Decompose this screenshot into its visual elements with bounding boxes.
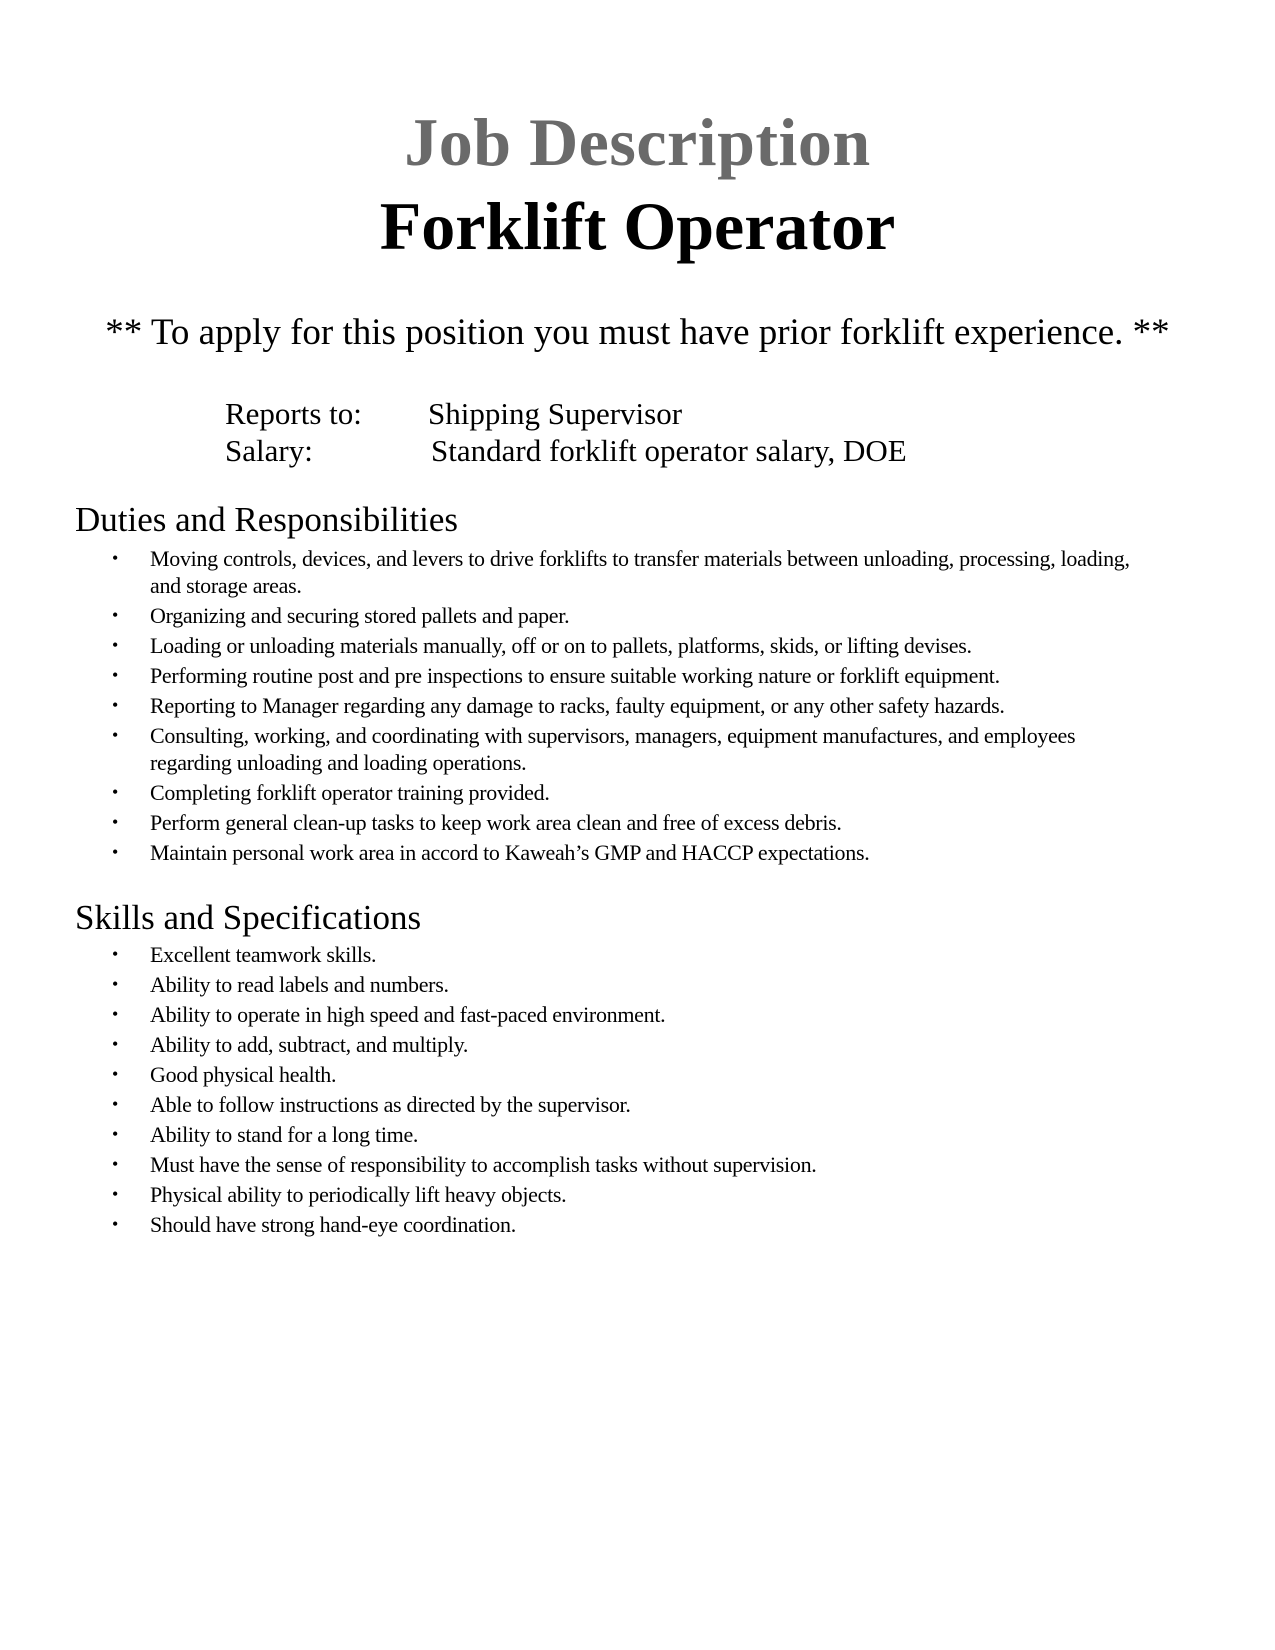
list-item: • Ability to stand for a long time. (0, 1121, 1150, 1148)
duties-heading: Duties and Responsibilities (75, 500, 459, 539)
bullet-icon: • (112, 812, 119, 832)
bullet-icon: • (112, 725, 119, 745)
salary-value: Standard forklift operator salary, DOE (431, 433, 907, 468)
list-item-text: Consulting, working, and coordinating wi… (150, 723, 1076, 775)
bullet-icon: • (112, 1214, 119, 1234)
list-item-text: Ability to operate in high speed and fas… (150, 1002, 666, 1027)
list-item: • Ability to operate in high speed and fa… (0, 1001, 1150, 1028)
list-item: • Maintain personal work area in accord t… (0, 839, 1150, 866)
skills-list: • Excellent teamwork skills. • Ability to r… (0, 941, 1180, 1241)
list-item: • Perform general clean-up tasks to keep … (0, 809, 1150, 836)
list-item-text: Reporting to Manager regarding any damag… (150, 693, 1005, 718)
bullet-icon: • (112, 665, 119, 685)
list-item-text: Ability to add, subtract, and multiply. (150, 1032, 469, 1057)
list-item: • Physical ability to periodically lift h… (0, 1181, 1150, 1208)
list-item-text: Excellent teamwork skills. (150, 942, 377, 967)
list-item: • Ability to add, subtract, and multiply. (0, 1031, 1150, 1058)
list-item: • Should have strong hand-eye coordinatio… (0, 1211, 1150, 1238)
document-title: Job Description (404, 104, 871, 180)
list-item-text: Ability to stand for a long time. (150, 1122, 419, 1147)
skills-heading: Skills and Specifications (75, 898, 422, 937)
list-item: • Consulting, working, and coordinating w… (0, 722, 1150, 776)
reports-to-label: Reports to: (225, 396, 362, 431)
list-item-text: Maintain personal work area in accord to… (150, 840, 870, 865)
salary-row: Salary: Standard forklift operator salary… (225, 433, 907, 469)
list-item-text: Physical ability to periodically lift he… (150, 1182, 567, 1207)
bullet-icon: • (112, 605, 119, 625)
bullet-icon: • (112, 695, 119, 715)
bullet-icon: • (112, 944, 119, 964)
list-item-text: Good physical health. (150, 1062, 337, 1087)
bullet-icon: • (112, 782, 119, 802)
bullet-icon: • (112, 1094, 119, 1114)
list-item-text: Should have strong hand-eye coordination… (150, 1212, 516, 1237)
bullet-icon: • (112, 548, 119, 568)
list-item-text: Able to follow instructions as directed … (150, 1092, 631, 1117)
bullet-icon: • (112, 1154, 119, 1174)
list-item-text: Loading or unloading materials manually,… (150, 633, 972, 658)
job-title: Forklift Operator (379, 188, 896, 264)
list-item: • Loading or unloading materials manually… (0, 632, 1150, 659)
list-item: • Excellent teamwork skills. (0, 941, 1150, 968)
list-item-text: Completing forklift operator training pr… (150, 780, 550, 805)
bullet-icon: • (112, 974, 119, 994)
list-item: • Must have the sense of responsibility t… (0, 1151, 1150, 1178)
bullet-icon: • (112, 1064, 119, 1084)
bullet-icon: • (112, 1004, 119, 1024)
bullet-icon: • (112, 635, 119, 655)
list-item: • Organizing and securing stored pallets … (0, 602, 1150, 629)
bullet-icon: • (112, 1034, 119, 1054)
list-item-text: Perform general clean-up tasks to keep w… (150, 810, 842, 835)
list-item: • Completing forklift operator training p… (0, 779, 1150, 806)
list-item: • Performing routine post and pre inspect… (0, 662, 1150, 689)
list-item-text: Organizing and securing stored pallets a… (150, 603, 570, 628)
list-item-text: Must have the sense of responsibility to… (150, 1152, 817, 1177)
list-item-text: Moving controls, devices, and levers to … (150, 546, 1130, 598)
bullet-icon: • (112, 1184, 119, 1204)
list-item: • Ability to read labels and numbers. (0, 971, 1150, 998)
list-item-text: Performing routine post and pre inspecti… (150, 663, 1000, 688)
bullet-icon: • (112, 1124, 119, 1144)
list-item: • Good physical health. (0, 1061, 1150, 1088)
reports-to-row: Reports to: Shipping Supervisor (225, 396, 682, 432)
salary-label: Salary: (225, 433, 313, 468)
bullet-icon: • (112, 842, 119, 862)
list-item: • Reporting to Manager regarding any dama… (0, 692, 1150, 719)
list-item: • Moving controls, devices, and levers to… (0, 545, 1150, 599)
list-item: • Able to follow instructions as directed… (0, 1091, 1150, 1118)
reports-to-value: Shipping Supervisor (428, 396, 683, 431)
application-notice: ** To apply for this position you must h… (105, 312, 1170, 353)
list-item-text: Ability to read labels and numbers. (150, 972, 449, 997)
duties-list: • Moving controls, devices, and levers to… (0, 545, 1180, 869)
